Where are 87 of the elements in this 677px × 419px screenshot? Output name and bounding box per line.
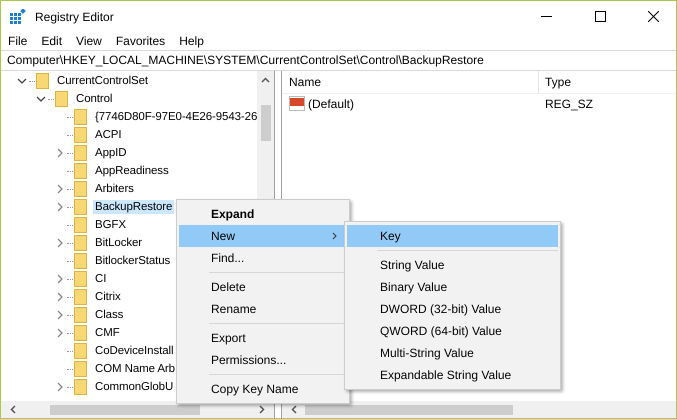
- chevron-right-icon[interactable]: [55, 202, 65, 212]
- tree-item[interactable]: BGFX: [93, 218, 128, 232]
- folder-icon: [74, 325, 87, 341]
- chevron-right-icon[interactable]: [55, 328, 65, 338]
- folder-icon: [74, 379, 87, 395]
- folder-icon: [74, 181, 87, 197]
- column-header[interactable]: Name: [282, 75, 538, 89]
- folder-icon: [36, 73, 49, 89]
- folder-icon: [74, 307, 87, 323]
- window-title: Registry Editor: [35, 10, 114, 24]
- menu-item[interactable]: New: [179, 225, 347, 247]
- tree-item[interactable]: {7746D80F-97E0-4E26-9543-26: [93, 110, 257, 124]
- tree-item[interactable]: COM Name Arb: [93, 362, 177, 376]
- menu-item[interactable]: Export: [179, 327, 347, 349]
- scroll-thumb[interactable]: [50, 404, 200, 414]
- folder-icon: [74, 199, 87, 215]
- folder-icon: [55, 91, 68, 107]
- folder-icon: [74, 145, 87, 161]
- scroll-left-icon[interactable]: [10, 405, 16, 414]
- tree-item[interactable]: BackupRestore: [93, 200, 174, 214]
- menu-item[interactable]: Multi-String Value: [347, 342, 558, 364]
- minimize-icon[interactable]: [541, 16, 553, 18]
- menu-item[interactable]: File: [8, 34, 28, 48]
- menu-item[interactable]: Binary Value: [347, 276, 558, 298]
- menu-item[interactable]: Key: [347, 225, 558, 247]
- tree-item[interactable]: AppID: [93, 146, 128, 160]
- tree-item[interactable]: BitLocker: [93, 236, 144, 250]
- menu-item[interactable]: DWORD (32-bit) Value: [347, 298, 558, 320]
- folder-icon: [74, 343, 87, 359]
- folder-icon: [74, 289, 87, 305]
- tree-item[interactable]: Citrix: [93, 290, 123, 304]
- menu-item[interactable]: Favorites: [116, 34, 166, 48]
- menu-item[interactable]: Edit: [41, 34, 62, 48]
- menu-item[interactable]: Find...: [179, 247, 347, 269]
- chevron-down-icon[interactable]: [17, 78, 27, 84]
- menu-item[interactable]: String Value: [347, 254, 558, 276]
- folder-icon: [74, 127, 87, 143]
- chevron-right-icon[interactable]: [55, 238, 65, 248]
- chevron-right-icon[interactable]: [55, 148, 65, 158]
- menu-item[interactable]: Permissions...: [179, 349, 347, 371]
- tree-item[interactable]: CI: [93, 272, 108, 286]
- scroll-thumb[interactable]: [305, 404, 513, 414]
- tree-item[interactable]: Control: [74, 92, 114, 106]
- chevron-right-icon[interactable]: [55, 292, 65, 302]
- menu-item[interactable]: Help: [179, 34, 204, 48]
- scroll-thumb[interactable]: [260, 105, 270, 141]
- tree-item[interactable]: BitlockerStatus: [93, 254, 172, 268]
- tree-item[interactable]: ACPI: [93, 128, 124, 142]
- scroll-right-icon[interactable]: [259, 405, 265, 414]
- tree-item[interactable]: Class: [93, 308, 126, 322]
- horizontal-scrollbar[interactable]: [282, 401, 676, 418]
- chevron-right-icon[interactable]: [55, 184, 65, 194]
- folder-icon: [74, 235, 87, 251]
- folder-icon: [74, 109, 87, 125]
- menu-item[interactable]: QWORD (64-bit) Value: [347, 320, 558, 342]
- chevron-right-icon[interactable]: [55, 382, 65, 392]
- scroll-up-icon[interactable]: [261, 77, 270, 83]
- menu-item[interactable]: View: [76, 34, 102, 48]
- menu-item[interactable]: Expandable String Value: [347, 364, 558, 386]
- horizontal-scrollbar[interactable]: [1, 401, 274, 418]
- chevron-right-icon[interactable]: [55, 274, 65, 284]
- registry-cubes-icon: [9, 8, 27, 24]
- scroll-left-icon[interactable]: [291, 405, 297, 414]
- chevron-right-icon[interactable]: [55, 310, 65, 320]
- folder-icon: [74, 253, 87, 269]
- value-name[interactable]: (Default): [308, 97, 354, 111]
- folder-icon: [74, 361, 87, 377]
- address-field[interactable]: Computer\HKEY_LOCAL_MACHINE\SYSTEM\CurrentControlSet\Control\BackupRestore: [1, 50, 676, 71]
- menu-item[interactable]: Copy Key Name: [179, 378, 347, 400]
- tree-item[interactable]: CurrentControlSet: [55, 74, 150, 88]
- value-type: REG_SZ: [544, 97, 594, 111]
- folder-icon: [74, 217, 87, 233]
- string-value-icon: [289, 96, 305, 112]
- tree-item[interactable]: CommonGlobU: [93, 380, 176, 394]
- column-header[interactable]: Type: [538, 71, 665, 93]
- tree-item[interactable]: CMF: [93, 326, 122, 340]
- menu-item[interactable]: Expand: [179, 203, 347, 225]
- tree-item[interactable]: AppReadiness: [93, 164, 171, 178]
- folder-icon: [74, 271, 87, 287]
- menu-item[interactable]: Delete: [179, 276, 347, 298]
- menu-item[interactable]: Rename: [179, 298, 347, 320]
- close-icon[interactable]: [648, 11, 659, 22]
- maximize-icon[interactable]: [595, 11, 606, 22]
- tree-item[interactable]: CoDeviceInstall: [93, 344, 176, 358]
- chevron-down-icon[interactable]: [36, 96, 46, 102]
- tree-item[interactable]: Arbiters: [93, 182, 136, 196]
- folder-icon: [74, 163, 87, 179]
